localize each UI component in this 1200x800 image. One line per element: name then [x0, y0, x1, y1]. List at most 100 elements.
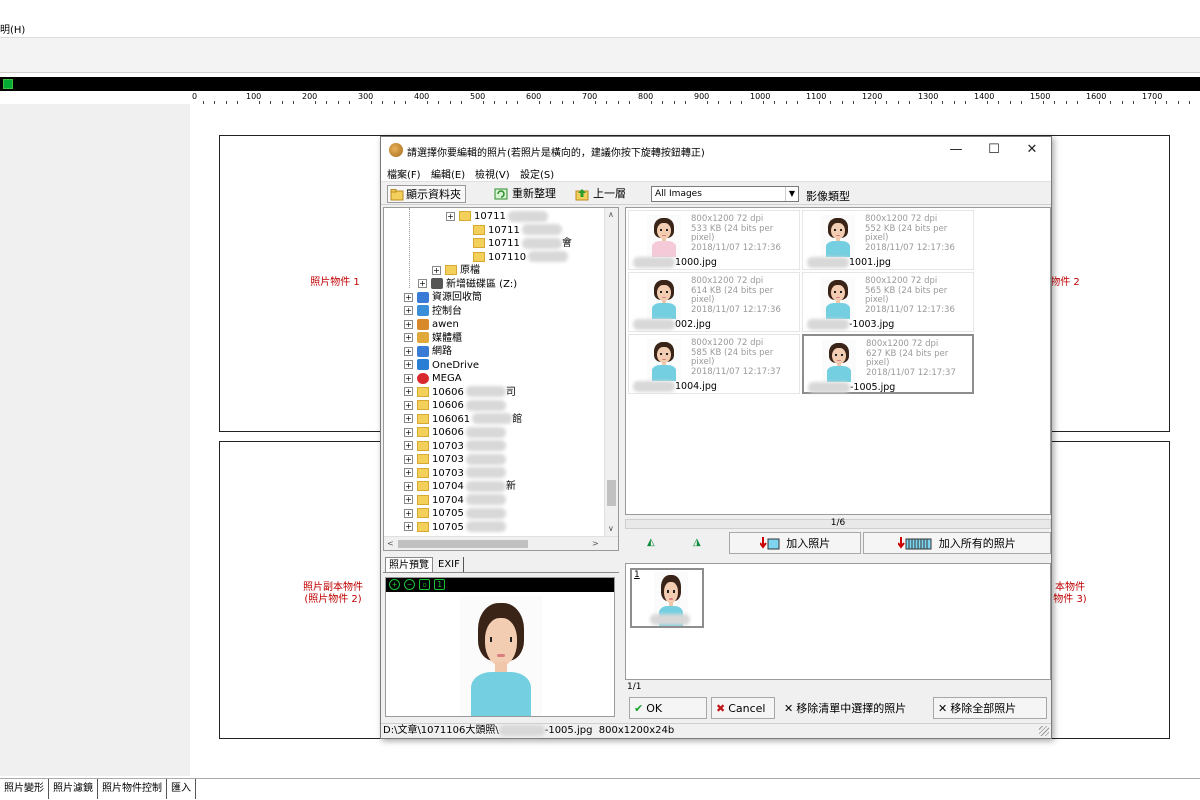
tree-item[interactable]: +10606 — [404, 426, 506, 439]
tree-vertical-scrollbar[interactable]: ∧ ∨ — [604, 208, 618, 536]
refresh-button[interactable]: 重新整理 — [494, 185, 556, 203]
minimize-button[interactable]: — — [937, 137, 975, 163]
tree-item[interactable]: +10705 — [404, 507, 506, 520]
expand-icon[interactable]: + — [404, 481, 413, 491]
tab-photo-preview[interactable]: 照片預覽 — [385, 557, 433, 572]
close-button[interactable]: ✕ — [1013, 137, 1051, 163]
dialog-titlebar[interactable]: 請選擇你要編輯的照片(若照片是橫向的，建議你按下旋轉按鈕轉正) — ☐ ✕ — [381, 137, 1051, 163]
photo-thumbnail[interactable]: 800x1200 72 dpi 533 KB (24 bits per pixel… — [628, 210, 800, 270]
tree-item[interactable]: +10606 司 — [404, 386, 516, 399]
menu-help[interactable]: 明(H) — [0, 21, 25, 36]
zoom-in-icon[interactable]: + — [389, 579, 400, 590]
add-photo-button[interactable]: 加入照片 — [729, 532, 861, 554]
photo-thumbnail[interactable]: 800x1200 72 dpi 552 KB (24 bits per pixel… — [802, 210, 974, 270]
tree-item[interactable]: +10705 — [404, 521, 506, 534]
expand-icon[interactable]: + — [404, 346, 413, 356]
folder-tree[interactable]: ∧ ∨ < > +10711 10711 10711 會 107110 + 原檔 + 新增磁碟區… — [383, 207, 619, 551]
menu-file[interactable]: 檔案(F) — [387, 166, 421, 181]
expand-icon[interactable]: + — [418, 279, 427, 288]
menu-settings[interactable]: 設定(S) — [520, 166, 554, 181]
expand-icon[interactable]: + — [404, 454, 413, 464]
expand-icon[interactable]: + — [404, 495, 413, 504]
maximize-button[interactable]: ☐ — [975, 137, 1013, 163]
tree-item[interactable]: + 資源回收筒 — [404, 291, 482, 304]
chevron-down-icon[interactable]: ▼ — [785, 187, 798, 201]
thumbnail-meta: 800x1200 72 dpi 552 KB (24 bits per pixel… — [865, 214, 973, 253]
scrollbar-thumb[interactable] — [398, 540, 528, 548]
tree-item[interactable]: +106061 館 — [404, 413, 522, 426]
resize-grip[interactable] — [1039, 726, 1049, 736]
tree-item[interactable]: +10703 — [404, 453, 506, 466]
rotate-right-icon[interactable]: ◮ — [693, 537, 701, 548]
expand-icon[interactable]: + — [404, 414, 413, 423]
up-level-button[interactable]: 上一層 — [575, 185, 626, 203]
expand-icon[interactable]: + — [404, 400, 413, 410]
tree-item[interactable]: +10711 — [446, 210, 548, 223]
tree-item[interactable]: +10703 — [404, 467, 506, 480]
menu-edit[interactable]: 編輯(E) — [431, 166, 465, 181]
tree-item[interactable]: +10703 — [404, 440, 506, 453]
expand-icon[interactable]: + — [446, 211, 455, 221]
tree-item[interactable]: + OneDrive — [404, 359, 479, 372]
image-filter-select[interactable]: All Images ▼ — [651, 186, 799, 202]
meta-line: 585 KB (24 bits per pixel) — [691, 347, 774, 367]
tree-item[interactable]: 107110 — [460, 251, 569, 264]
dialog-menubar: 檔案(F) 編輯(E) 檢視(V) 設定(S) — [381, 163, 1051, 181]
expand-icon[interactable]: + — [404, 306, 413, 315]
tree-item[interactable]: + 原檔 — [432, 264, 480, 277]
tree-item[interactable]: + 控制台 — [404, 305, 462, 318]
photo-thumbnail[interactable]: 800x1200 72 dpi 614 KB (24 bits per pixel… — [628, 272, 800, 332]
tree-item[interactable]: + MEGA — [404, 372, 462, 385]
expand-icon[interactable]: + — [432, 265, 441, 275]
tab-photo-object-control[interactable]: 照片物件控制 — [98, 779, 167, 799]
tab-photo-transform[interactable]: 照片變形 — [0, 779, 49, 799]
ok-button[interactable]: ✔ OK — [629, 697, 707, 719]
selected-photo-thumb[interactable]: 1 — [630, 568, 704, 628]
add-all-photos-button[interactable]: 加入所有的照片 — [863, 532, 1051, 554]
actual-size-icon[interactable]: 1 — [434, 579, 445, 590]
expand-icon[interactable]: + — [404, 508, 413, 518]
tree-horizontal-scrollbar[interactable]: < > — [384, 536, 618, 550]
tree-item[interactable]: + 網路 — [404, 345, 452, 358]
expand-icon[interactable]: + — [404, 387, 413, 396]
rotate-left-icon[interactable]: ◭ — [647, 537, 655, 548]
expand-icon[interactable]: + — [404, 373, 413, 383]
scroll-down-icon[interactable]: ∨ — [608, 524, 614, 533]
expand-icon[interactable]: + — [404, 427, 413, 437]
expand-icon[interactable]: + — [404, 441, 413, 450]
fit-window-icon[interactable]: ▫ — [419, 579, 430, 590]
tree-item[interactable]: + 新增磁碟區 (Z:) — [418, 278, 517, 291]
expand-icon[interactable]: + — [404, 319, 413, 329]
scroll-up-icon[interactable]: ∧ — [608, 210, 614, 219]
expand-icon[interactable]: + — [404, 522, 413, 531]
tree-item-label: 10606 — [432, 400, 464, 411]
scroll-right-icon[interactable]: > — [592, 539, 599, 548]
photo-thumbnail[interactable]: 800x1200 72 dpi 565 KB (24 bits per pixel… — [802, 272, 974, 332]
expand-icon[interactable]: + — [404, 333, 413, 342]
show-folders-button[interactable]: 顯示資料夾 — [387, 185, 466, 203]
tree-item[interactable]: + awen — [404, 318, 459, 331]
expand-icon[interactable]: + — [404, 468, 413, 477]
photo-thumbnail[interactable]: 800x1200 72 dpi 627 KB (24 bits per pixel… — [802, 334, 974, 394]
tab-photo-filter[interactable]: 照片濾鏡 — [49, 779, 98, 799]
photo-thumbnail[interactable]: 800x1200 72 dpi 585 KB (24 bits per pixel… — [628, 334, 800, 394]
scrollbar-thumb[interactable] — [607, 480, 616, 506]
tab-import[interactable]: 匯入 — [167, 779, 196, 799]
tab-exif[interactable]: EXIF — [435, 557, 464, 572]
tree-item[interactable]: + 媒體櫃 — [404, 332, 462, 345]
expand-icon[interactable]: + — [404, 292, 413, 302]
remove-selected-button[interactable]: ✕ 移除清單中選擇的照片 — [779, 697, 927, 719]
scroll-left-icon[interactable]: < — [387, 539, 394, 548]
menu-view[interactable]: 檢視(V) — [475, 166, 510, 181]
tree-item[interactable]: 10711 — [460, 224, 562, 237]
tree-item[interactable]: +10606 — [404, 399, 506, 412]
zoom-out-icon[interactable]: − — [404, 579, 415, 590]
expand-icon[interactable]: + — [404, 360, 413, 369]
grid-icon[interactable] — [3, 79, 13, 89]
tree-item[interactable]: +10704 — [404, 494, 506, 507]
remove-all-button[interactable]: ✕ 移除全部照片 — [933, 697, 1047, 719]
tree-item[interactable]: +10704 新 — [404, 480, 516, 493]
selected-photos-list[interactable]: 1 — [625, 563, 1051, 680]
cancel-button[interactable]: ✖ Cancel — [711, 697, 775, 719]
tree-item[interactable]: 10711 會 — [460, 237, 572, 250]
